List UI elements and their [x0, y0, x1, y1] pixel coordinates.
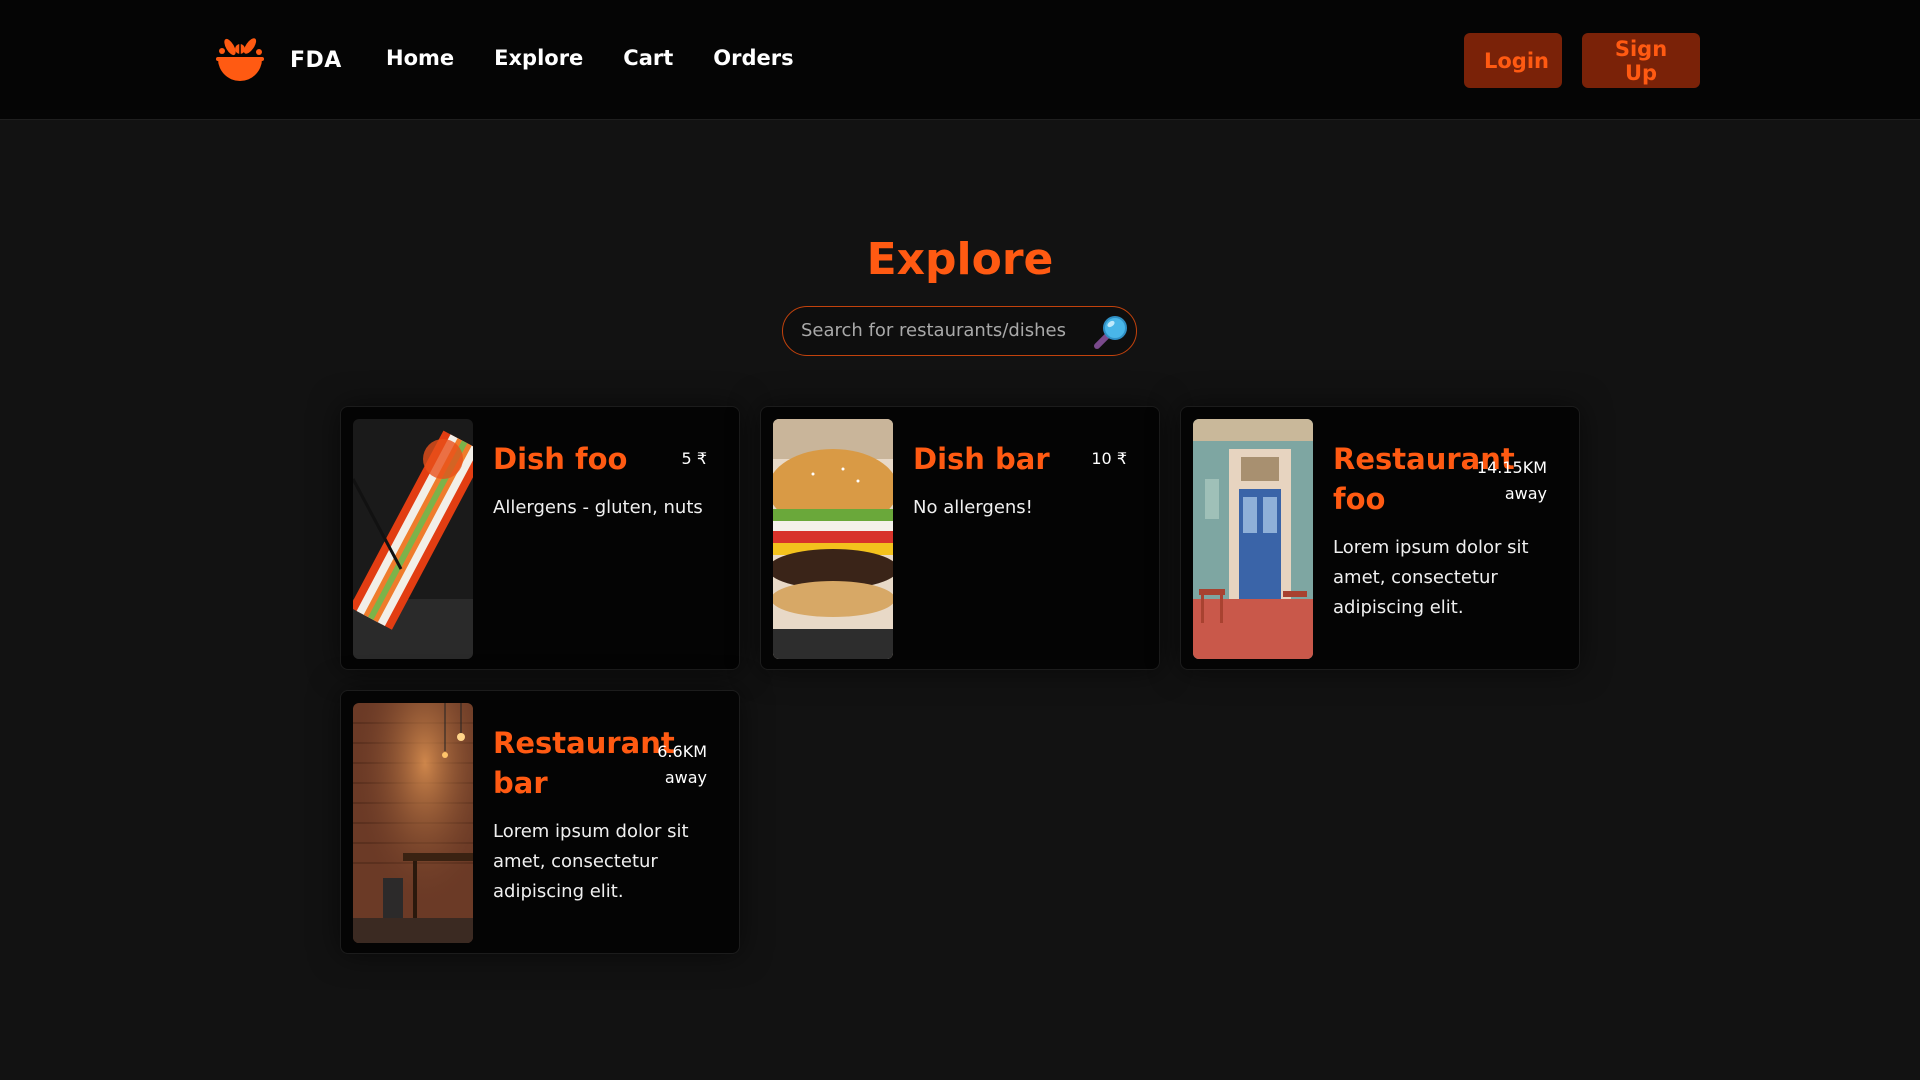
card-title: Dish foo	[493, 442, 628, 476]
distance-value: 14.15KM	[1476, 458, 1547, 477]
card-title: Dish bar	[913, 442, 1050, 476]
restaurant-card[interactable]: Restaurant foo 14.15KM away Lorem ipsum …	[1180, 406, 1580, 670]
distance-suffix: away	[1504, 484, 1547, 503]
distance-value: 6.6KM	[657, 742, 707, 761]
card-description: No allergens!	[913, 497, 1033, 518]
price-label: 5 ₹	[681, 449, 707, 468]
nav-link-orders[interactable]: Orders	[713, 46, 793, 70]
search-bar	[782, 306, 1137, 356]
magnifier-icon[interactable]	[1092, 313, 1130, 351]
dish-card[interactable]: Dish foo 5 ₹ Allergens - gluten, nuts	[340, 406, 740, 670]
search-input[interactable]	[801, 307, 1071, 354]
sushi-photo	[353, 419, 473, 659]
auth-buttons: Login Sign Up	[1464, 33, 1700, 88]
brick-interior-photo	[353, 703, 473, 943]
brand-name: FDA	[290, 47, 342, 73]
card-description: Lorem ipsum dolor sit amet, consectetur …	[493, 821, 689, 902]
distance-label: 6.6KM away	[657, 739, 707, 791]
food-bowl-logo-icon	[216, 38, 264, 81]
burger-photo	[773, 419, 893, 659]
navbar: FDA Home Explore Cart Orders Login Sign …	[0, 0, 1920, 120]
dish-card[interactable]: Dish bar 10 ₹ No allergens!	[760, 406, 1160, 670]
card-description: Allergens - gluten, nuts	[493, 497, 703, 518]
card-description: Lorem ipsum dolor sit amet, consectetur …	[1333, 537, 1529, 618]
restaurant-card[interactable]: Restaurant bar 6.6KM away Lorem ipsum do…	[340, 690, 740, 954]
nav-link-cart[interactable]: Cart	[623, 46, 673, 70]
distance-suffix: away	[664, 768, 707, 787]
page-title: Explore	[866, 234, 1054, 285]
card-title: Restaurant foo	[1333, 442, 1515, 516]
nav-link-home[interactable]: Home	[386, 46, 454, 70]
brand[interactable]: FDA	[212, 33, 342, 87]
nav-link-explore[interactable]: Explore	[494, 46, 583, 70]
distance-label: 14.15KM away	[1477, 455, 1547, 507]
signup-button[interactable]: Sign Up	[1582, 33, 1700, 88]
price-label: 10 ₹	[1091, 449, 1127, 468]
card-title: Restaurant bar	[493, 726, 675, 800]
nav-links: Home Explore Cart Orders	[386, 46, 794, 70]
storefront-photo	[1193, 419, 1313, 659]
login-button[interactable]: Login	[1464, 33, 1562, 88]
